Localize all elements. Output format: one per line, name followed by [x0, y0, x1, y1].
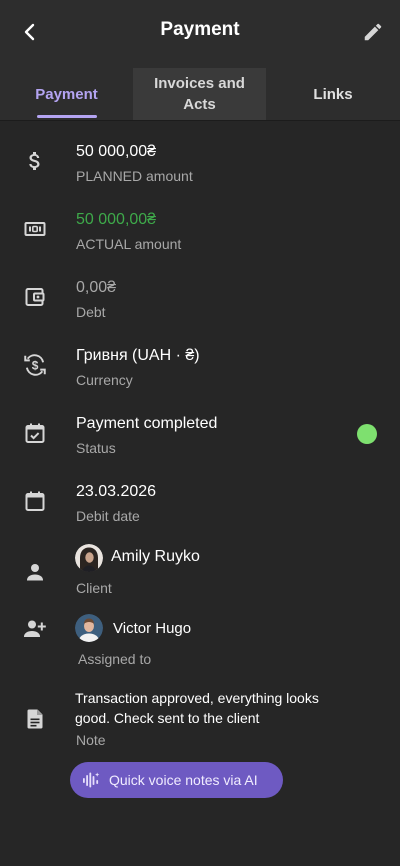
- debit-date-label: Debit date: [76, 508, 140, 524]
- assignee-name[interactable]: Victor Hugo: [113, 620, 191, 637]
- actual-amount-label: ACTUAL amount: [76, 236, 182, 252]
- calendar-check-icon: [20, 418, 50, 448]
- person-add-icon: [20, 614, 50, 644]
- assignee-avatar[interactable]: [75, 614, 103, 642]
- quick-voice-notes-label: Quick voice notes via AI: [109, 772, 258, 788]
- assigned-to-label: Assigned to: [78, 651, 152, 667]
- tab-bar: Payment Invoices and Acts Links: [0, 68, 400, 120]
- client-name[interactable]: Amily Ruyko: [111, 548, 200, 566]
- note-text: Transaction approved, everything looks g…: [75, 690, 319, 726]
- quick-voice-notes-button[interactable]: Quick voice notes via AI: [70, 762, 283, 798]
- tab-invoices-and-acts[interactable]: Invoices and Acts: [133, 68, 266, 120]
- tab-links[interactable]: Links: [266, 68, 400, 120]
- pencil-icon: [364, 23, 382, 41]
- currency-label: Currency: [76, 372, 133, 388]
- status-indicator-dot: [357, 424, 377, 444]
- actual-amount-value: 50 000,00₴: [76, 211, 157, 228]
- currency-value: Гривня (UAH · ₴): [76, 347, 200, 364]
- page-title: Payment: [160, 19, 240, 40]
- document-icon: [20, 704, 50, 734]
- active-tab-indicator: [37, 115, 97, 118]
- client-avatar[interactable]: [75, 544, 103, 572]
- svg-text:$: $: [32, 358, 39, 372]
- wallet-icon: [20, 282, 50, 312]
- debt-value: 0,00₴: [76, 279, 117, 296]
- person-icon: [20, 557, 50, 587]
- planned-amount-value: 50 000,00₴: [76, 143, 157, 160]
- debit-date-value: 23.03.2026: [76, 483, 157, 500]
- status-value: Payment completed: [76, 415, 218, 432]
- tab-payment[interactable]: Payment: [0, 68, 133, 120]
- note-label: Note: [76, 732, 106, 748]
- tab-divider: [0, 120, 400, 121]
- planned-amount-label: PLANNED amount: [76, 168, 193, 184]
- banknote-icon: [20, 214, 50, 244]
- dollar-icon: [20, 146, 50, 176]
- debt-label: Debt: [76, 304, 106, 320]
- edit-button[interactable]: [356, 15, 390, 49]
- client-label: Client: [76, 580, 112, 596]
- currency-exchange-icon: $: [20, 350, 50, 380]
- calendar-icon: [20, 486, 50, 516]
- status-label: Status: [76, 440, 116, 456]
- voice-wave-icon: [83, 772, 100, 788]
